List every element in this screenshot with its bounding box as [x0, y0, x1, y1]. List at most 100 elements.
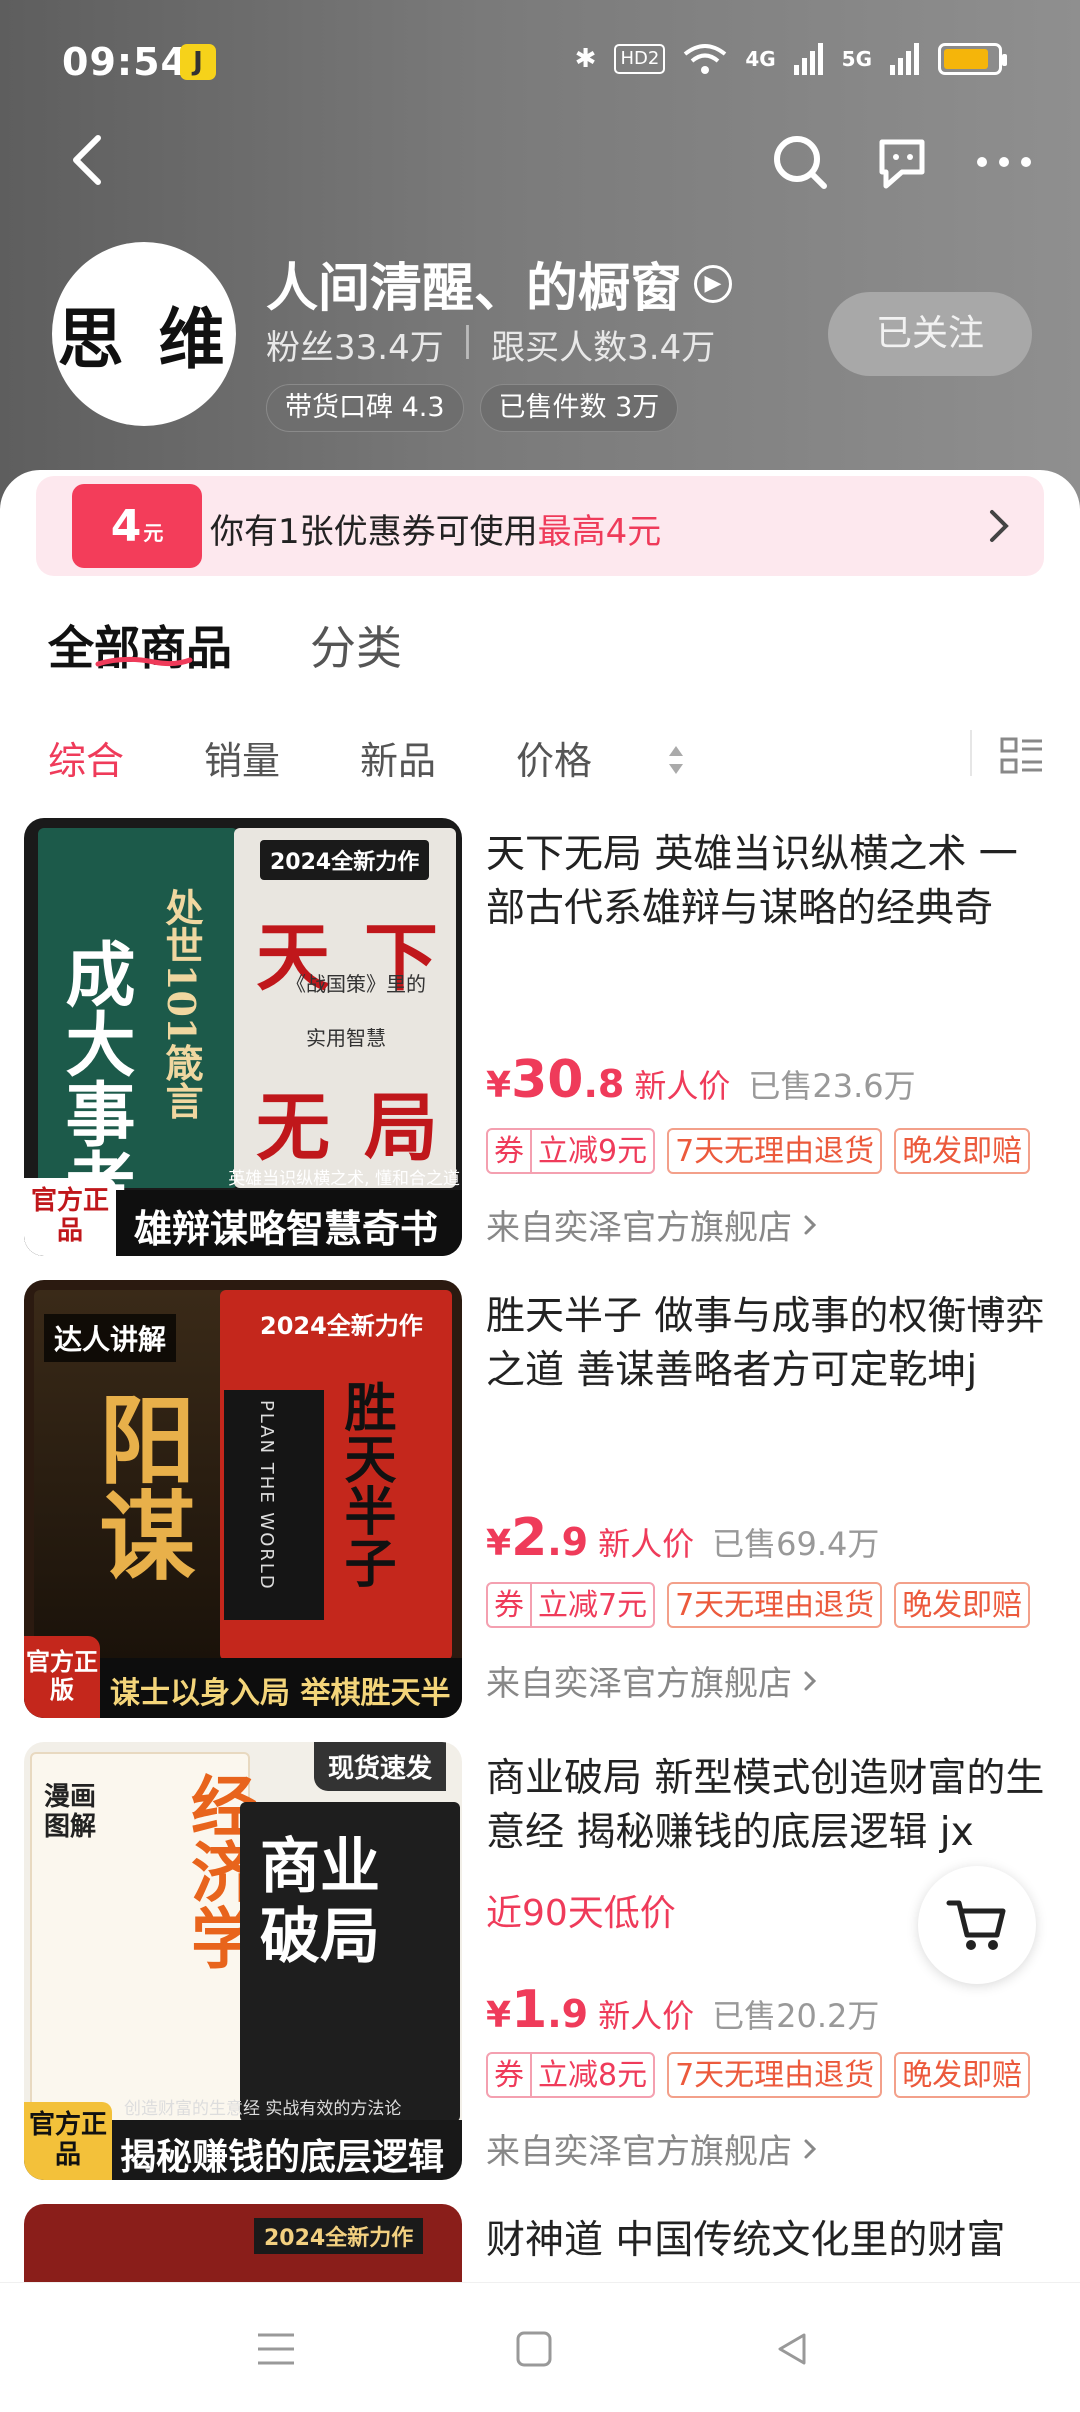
delay-compensation-tag: 晚发即赔: [894, 1128, 1031, 1174]
product-title[interactable]: 胜天半子 做事与成事的权衡博弈之道 善谋善略者方可定乾坤j: [486, 1290, 1056, 1398]
price-row: ¥30.8 新人价 已售23.6万: [486, 1050, 916, 1110]
list-layout-icon[interactable]: [1000, 736, 1044, 776]
cover-left-subtitle: 漫画图解: [44, 1782, 97, 1842]
system-nav-bar: [0, 2282, 1080, 2412]
coupon-tag: 券立减8元: [486, 2052, 656, 2098]
back-arrow-icon: [73, 135, 101, 185]
status-time: 09:54: [62, 40, 188, 84]
product-title[interactable]: 财神道 中国传统文化里的财富: [486, 2214, 1056, 2268]
coupon-highlight: 最高4元: [537, 512, 662, 552]
shop-stats: 粉丝33.4万 | 跟买人数3.4万: [266, 320, 715, 369]
cover-left-title: 成大事者: [54, 938, 137, 1218]
sort-general[interactable]: 综合: [48, 730, 124, 785]
coupon-bar[interactable]: 4元 你有1张优惠券可使用最高4元: [36, 476, 1044, 576]
sold-count: 已售20.2万: [712, 1997, 880, 2035]
cover-left-subtitle: 处世101箴言: [159, 888, 204, 1120]
search-icon: [774, 136, 827, 189]
tab-all-products[interactable]: 全部商品: [48, 612, 232, 678]
tab-underline-icon: [95, 656, 193, 667]
top-nav-actions: [768, 130, 1036, 194]
chevron-right-icon: [804, 1215, 817, 1234]
coupon-message: 你有1张优惠券可使用最高4元: [210, 504, 661, 553]
search-button[interactable]: [768, 130, 832, 194]
coupon-amount: 4: [110, 500, 142, 552]
cover-right-subtitle-2: 实用智慧: [306, 1026, 386, 1050]
cover-left-title: 阳谋: [83, 1390, 196, 1582]
official-badge: 官方正品: [24, 1178, 116, 1256]
shop-name-text: 人间清醒、的橱窗: [266, 259, 683, 319]
cart-button[interactable]: [918, 1866, 1036, 1984]
signal-4g-icon: 4G: [745, 47, 776, 71]
signal-bars-icon: [793, 43, 823, 75]
product-title[interactable]: 商业破局 新型模式创造财富的生意经 揭秘赚钱的底层逻辑 jx: [486, 1752, 1056, 1860]
cover-badge: 2024全新力作: [254, 2218, 424, 2254]
cover-badge: 现货速发: [314, 1742, 447, 1791]
back-triangle-icon: [778, 2333, 806, 2365]
status-icons: ✱ HD2 4G 5G: [574, 42, 1007, 76]
stats-divider: |: [461, 320, 474, 360]
coupon-tag-label: 券: [488, 1584, 532, 1626]
more-icon: [977, 157, 1031, 167]
home-button[interactable]: [504, 2319, 564, 2379]
top-nav: [0, 120, 1080, 200]
product-card-3[interactable]: 漫画图解 经济学 现货速发 商业破局 创造财富的生意经 实战有效的方法论 官方正…: [0, 1742, 1080, 2192]
back-nav-button[interactable]: [762, 2319, 822, 2379]
product-title[interactable]: 天下无局 英雄当识纵横之术 一部古代系雄辩与谋略的经典奇: [486, 828, 1056, 936]
new-user-price-label: 新人价: [598, 1997, 695, 2035]
signal-bars-icon-2: [890, 43, 919, 75]
shopping-cart-icon: [946, 1900, 1006, 1950]
store-name: 来自奕泽官方旗舰店: [486, 1664, 792, 1704]
chevron-right-icon: [804, 2139, 817, 2158]
cover-right-title-3: 无: [256, 1085, 330, 1171]
cover-right-subtitle: PLAN THE WORLD: [256, 1400, 277, 1591]
bluetooth-icon: ✱: [574, 44, 597, 74]
coupon-tag: 券立减9元: [486, 1128, 656, 1174]
product-card-4[interactable]: 2024全新力作 财神道 中国传统文化里的财富: [0, 2204, 1080, 2282]
sort-divider: [970, 730, 972, 776]
price-row: ¥1.9 新人价 已售20.2万: [486, 1980, 879, 2040]
cover-right-title: 胜天半子: [335, 1380, 396, 1588]
back-button[interactable]: [60, 130, 120, 190]
cover-right-title: 商业破局: [260, 1832, 380, 1972]
fans-count: 粉丝33.4万: [266, 328, 444, 368]
product-card-1[interactable]: 成大事者 处世101箴言 2024全新力作 天 下 无 局 《战国策》里的 实用…: [0, 818, 1080, 1268]
menu-button[interactable]: [246, 2319, 306, 2379]
store-link[interactable]: 来自奕泽官方旗舰店: [486, 2124, 820, 2173]
chevron-right-icon: [804, 1671, 817, 1690]
shop-info-icon: ▶: [694, 264, 733, 303]
product-image-1[interactable]: 成大事者 处世101箴言 2024全新力作 天 下 无 局 《战国策》里的 实用…: [24, 818, 462, 1256]
sort-price[interactable]: 价格: [516, 730, 592, 785]
coupon-text: 你有1张优惠券可使用: [210, 512, 538, 552]
sold-count: 已售23.6万: [748, 1067, 916, 1105]
delay-compensation-tag: 晚发即赔: [894, 1582, 1031, 1628]
store-name: 来自奕泽官方旗舰店: [486, 2132, 792, 2172]
cover-tagline: 创造财富的生意经 实战有效的方法论: [124, 2099, 402, 2119]
store-link[interactable]: 来自奕泽官方旗舰店: [486, 1656, 820, 1705]
price-decimal: .8: [583, 1062, 625, 1106]
sort-sales[interactable]: 销量: [204, 730, 280, 785]
low-price-label: 近90天低价: [486, 1893, 676, 1934]
signal-5g-icon: 5G: [841, 47, 872, 71]
product-tags: 券立减7元 7天无理由退货 晚发即赔: [486, 1582, 1031, 1628]
main-tabs: 全部商品 分类: [48, 612, 402, 678]
shop-avatar[interactable]: 思 维: [52, 242, 236, 426]
product-image-4[interactable]: 2024全新力作: [24, 2204, 462, 2282]
coupon-tag-value: 立减8元: [538, 2058, 648, 2093]
cover-tagline: 英雄当识纵横之术, 懂和合之道: [228, 1169, 460, 1189]
coupon-tag-value: 立减9元: [538, 1134, 648, 1169]
product-image-3[interactable]: 漫画图解 经济学 现货速发 商业破局 创造财富的生意经 实战有效的方法论 官方正…: [24, 1742, 462, 2180]
follow-button[interactable]: 已关注: [828, 292, 1032, 376]
battery-icon: [938, 43, 1007, 75]
store-link[interactable]: 来自奕泽官方旗舰店: [486, 1200, 820, 1249]
store-name: 来自奕泽官方旗舰店: [486, 1208, 792, 1248]
shop-name[interactable]: 人间清醒、的橱窗 ▶: [266, 246, 733, 321]
rating-badge[interactable]: 带货口碑 4.3: [266, 384, 464, 432]
more-button[interactable]: [972, 130, 1036, 194]
product-card-2[interactable]: 达人讲解 阳谋 2024全新力作 胜天半子 PLAN THE WORLD 官方正…: [0, 1280, 1080, 1730]
price-integer: 2: [511, 1508, 548, 1568]
sort-new[interactable]: 新品: [360, 730, 436, 785]
tab-category[interactable]: 分类: [310, 612, 402, 678]
cover-badge: 2024全新力作: [260, 1312, 423, 1340]
message-button[interactable]: [870, 130, 934, 194]
product-image-2[interactable]: 达人讲解 阳谋 2024全新力作 胜天半子 PLAN THE WORLD 官方正…: [24, 1280, 462, 1718]
